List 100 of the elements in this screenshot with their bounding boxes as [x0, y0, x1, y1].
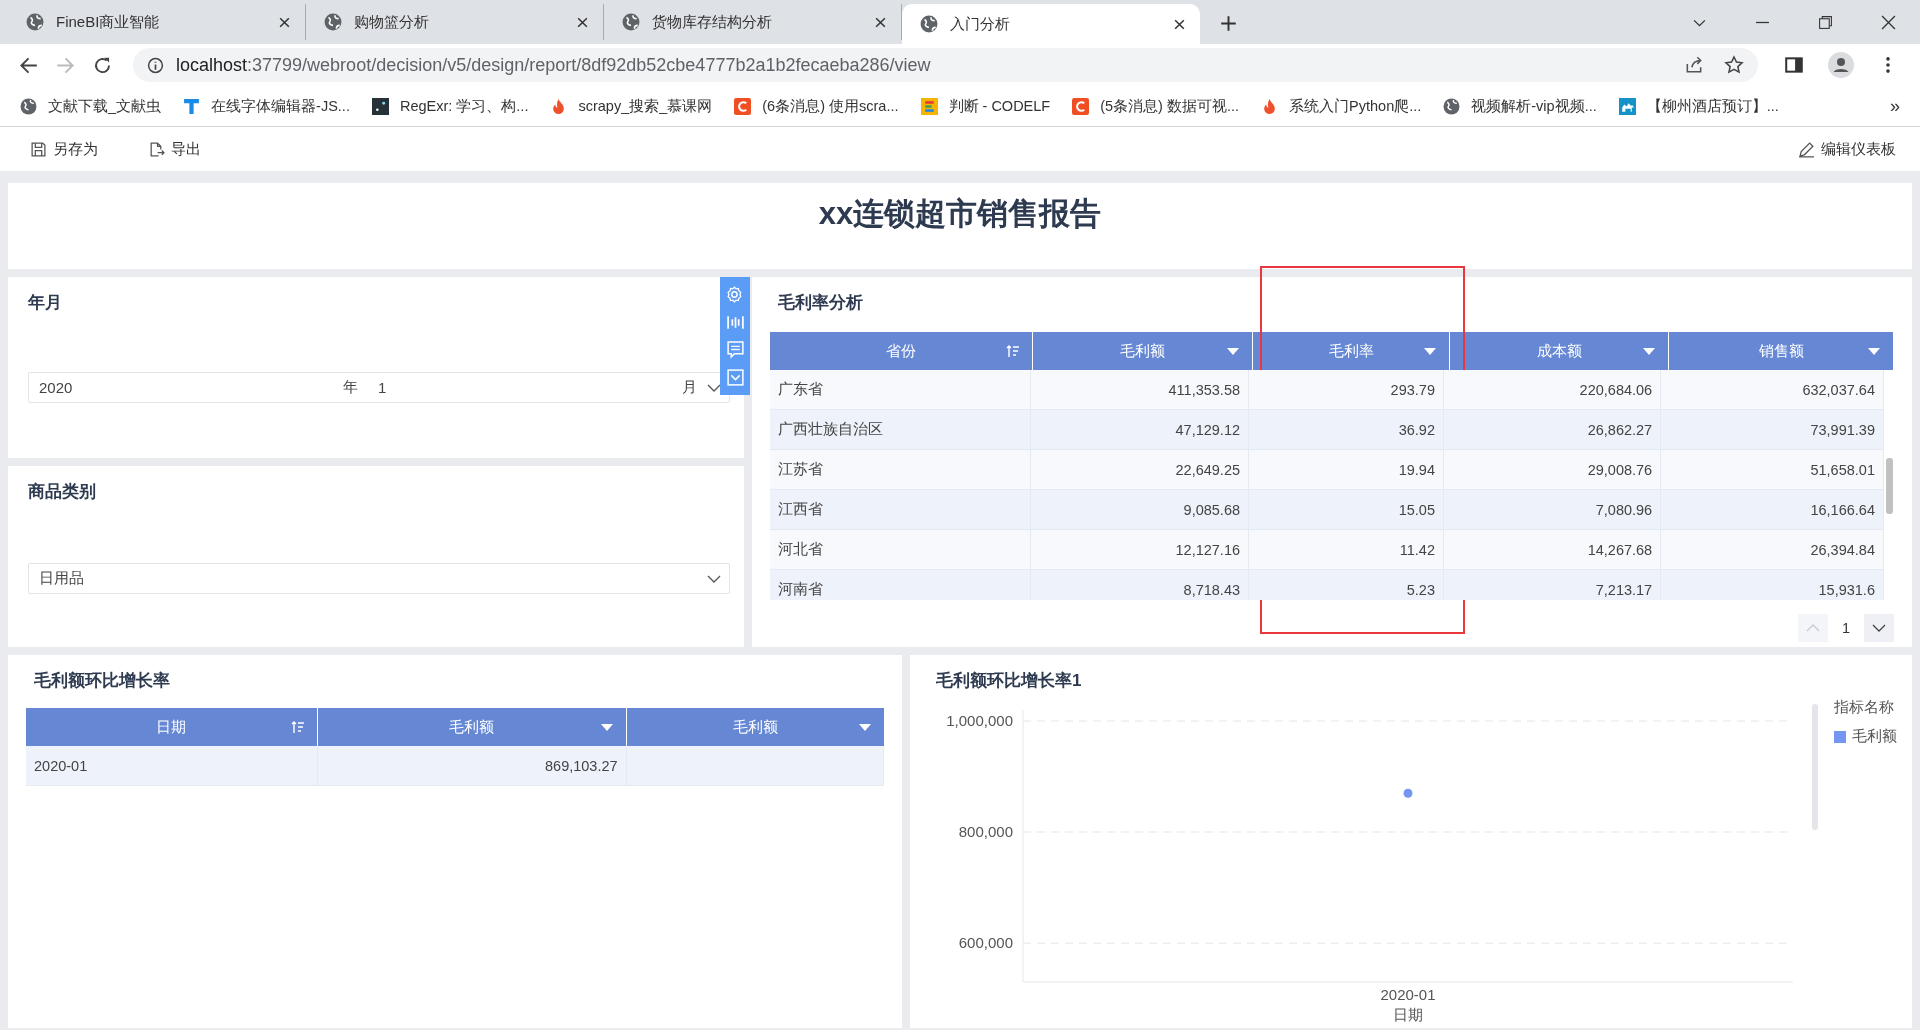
globe-icon — [324, 13, 342, 31]
close-icon[interactable] — [1881, 15, 1896, 30]
edit-dashboard-button[interactable]: 编辑仪表板 — [1798, 139, 1896, 159]
table-cell: 5.23 — [1249, 570, 1444, 600]
table-cell: 7,080.96 — [1443, 490, 1662, 529]
t-logo-icon — [183, 97, 201, 115]
table-cell: 869,103.27 — [317, 746, 627, 785]
table-cell: 220,684.06 — [1443, 370, 1662, 409]
page-number: 1 — [1841, 620, 1850, 636]
bookmark[interactable]: 判断 - CODELF — [920, 96, 1051, 116]
side-panel-icon[interactable] — [1784, 55, 1804, 75]
export-icon — [148, 140, 165, 158]
browser-tab[interactable]: FineBI商业智能 — [8, 4, 306, 40]
table-cell: 22,649.25 — [1030, 450, 1249, 489]
table-cell: 26,394.84 — [1661, 530, 1884, 569]
axis-title: 日期 — [1393, 1006, 1423, 1023]
globe-icon — [20, 97, 37, 115]
browser-tab[interactable]: 入门分析 — [902, 4, 1200, 44]
share-icon[interactable] — [1684, 55, 1704, 75]
toolbar-button[interactable]: 另存为 — [30, 139, 98, 159]
table-cell: 11.42 — [1249, 530, 1444, 569]
toolbar-button[interactable]: 导出 — [148, 139, 201, 159]
more-bookmarks-button[interactable]: » — [1890, 95, 1900, 117]
table-cell: 16,166.64 — [1661, 490, 1884, 529]
browser-tab[interactable]: 购物篮分析 — [306, 4, 604, 40]
data-point — [1403, 788, 1413, 798]
save-icon — [30, 140, 47, 158]
avatar-icon[interactable] — [1828, 52, 1854, 78]
table-cell: 632,037.64 — [1661, 370, 1884, 409]
back-icon[interactable] — [19, 55, 38, 75]
widget-title: 毛利额环比增长率1 — [936, 670, 1083, 692]
table-cell: 河北省 — [770, 530, 1031, 569]
report-title: xx连锁超市销售报告 — [818, 195, 1102, 233]
legend-item[interactable]: 毛利额 — [1834, 727, 1897, 746]
bookmark[interactable]: 文献下载_文献虫 — [20, 96, 162, 116]
globe-icon — [26, 13, 44, 31]
bookmark[interactable]: 视频解析-vip视频... — [1443, 96, 1597, 116]
c-logo-icon — [1072, 97, 1090, 115]
close-icon[interactable] — [576, 15, 589, 29]
filter-title: 商品类别 — [28, 481, 97, 503]
widget-title: 毛利额环比增长率 — [34, 670, 171, 692]
table-cell: 河南省 — [770, 570, 1031, 600]
e-logo-icon — [920, 97, 938, 115]
bookmark[interactable]: (5条消息) 数据可视... — [1072, 96, 1240, 116]
x-tick-label: 2020-01 — [1380, 986, 1436, 1003]
scrollbar-thumb[interactable] — [1886, 458, 1893, 514]
table-cell: 广西壮族自治区 — [770, 410, 1031, 449]
caret-up-icon — [1805, 623, 1820, 633]
globe-icon — [622, 13, 640, 31]
star-icon[interactable] — [1724, 55, 1744, 75]
table-cell: 51,658.01 — [1661, 450, 1884, 489]
square-dots-icon — [371, 97, 389, 115]
month-field[interactable]: 1 月 — [368, 373, 707, 402]
y-tick-label: 1,000,000 — [946, 712, 1013, 730]
legend-scrollbar[interactable] — [1812, 704, 1818, 830]
globe-icon — [920, 15, 938, 33]
bookmark[interactable]: RegExr: 学习、构... — [371, 96, 529, 116]
table-cell: 江苏省 — [770, 450, 1031, 489]
table-cell: 73,991.39 — [1661, 410, 1884, 449]
table-cell: 9,085.68 — [1030, 490, 1249, 529]
sort-icon[interactable] — [1006, 344, 1020, 358]
restore-icon[interactable] — [1818, 15, 1833, 30]
bookmark[interactable]: 系统入门Python爬... — [1261, 96, 1422, 116]
table-cell: 广东省 — [770, 370, 1031, 409]
table-cell: 15.05 — [1249, 490, 1444, 529]
year-field[interactable]: 2020 年 — [29, 373, 368, 402]
bookmark[interactable]: 【柳州酒店预订】... — [1618, 96, 1779, 116]
info-icon[interactable] — [147, 56, 164, 74]
widget-title: 毛利率分析 — [778, 292, 864, 314]
y-tick-label: 800,000 — [958, 823, 1013, 841]
table-cell: 293.79 — [1249, 370, 1444, 409]
legend-title: 指标名称 — [1834, 698, 1895, 717]
globe-icon — [1443, 97, 1461, 115]
close-icon[interactable] — [1173, 17, 1186, 31]
c-logo-icon — [734, 97, 752, 115]
bookmark[interactable]: 在线字体编辑器-JS... — [183, 96, 350, 116]
y-tick-label: 600,000 — [958, 934, 1013, 952]
table-cell: 29,008.76 — [1443, 450, 1662, 489]
table-cell: 411,353.58 — [1030, 370, 1249, 409]
table-cell: 2020-01 — [26, 746, 318, 785]
sort-icon[interactable] — [290, 720, 305, 734]
table-cell: 江西省 — [770, 490, 1031, 529]
browser-tab[interactable]: 货物库存结构分析 — [604, 4, 902, 40]
table-cell: 14,267.68 — [1443, 530, 1662, 569]
table-cell: 19.94 — [1249, 450, 1444, 489]
reload-icon[interactable] — [93, 55, 112, 75]
caret-icon — [707, 573, 721, 584]
bookmark[interactable]: (6条消息) 使用scra... — [734, 96, 899, 116]
address-bar[interactable]: localhost:37799/webroot/decision/v5/design/report/8df92db52cbe4777b2a1b2fecaeba286/view — [133, 48, 1758, 82]
close-icon[interactable] — [278, 15, 291, 29]
category-select[interactable]: 日用品 — [28, 563, 730, 594]
pencil-icon — [1798, 140, 1815, 158]
bookmark[interactable]: scrapy_搜索_慕课网 — [550, 96, 713, 116]
table-cell: 26,862.27 — [1443, 410, 1662, 449]
close-icon[interactable] — [874, 15, 887, 29]
table-cell: 47,129.12 — [1030, 410, 1249, 449]
filter-title: 年月 — [28, 292, 63, 314]
comment-icon[interactable] — [725, 340, 745, 360]
new-tab-icon[interactable] — [1220, 15, 1237, 32]
caret-down-icon — [1872, 623, 1886, 633]
